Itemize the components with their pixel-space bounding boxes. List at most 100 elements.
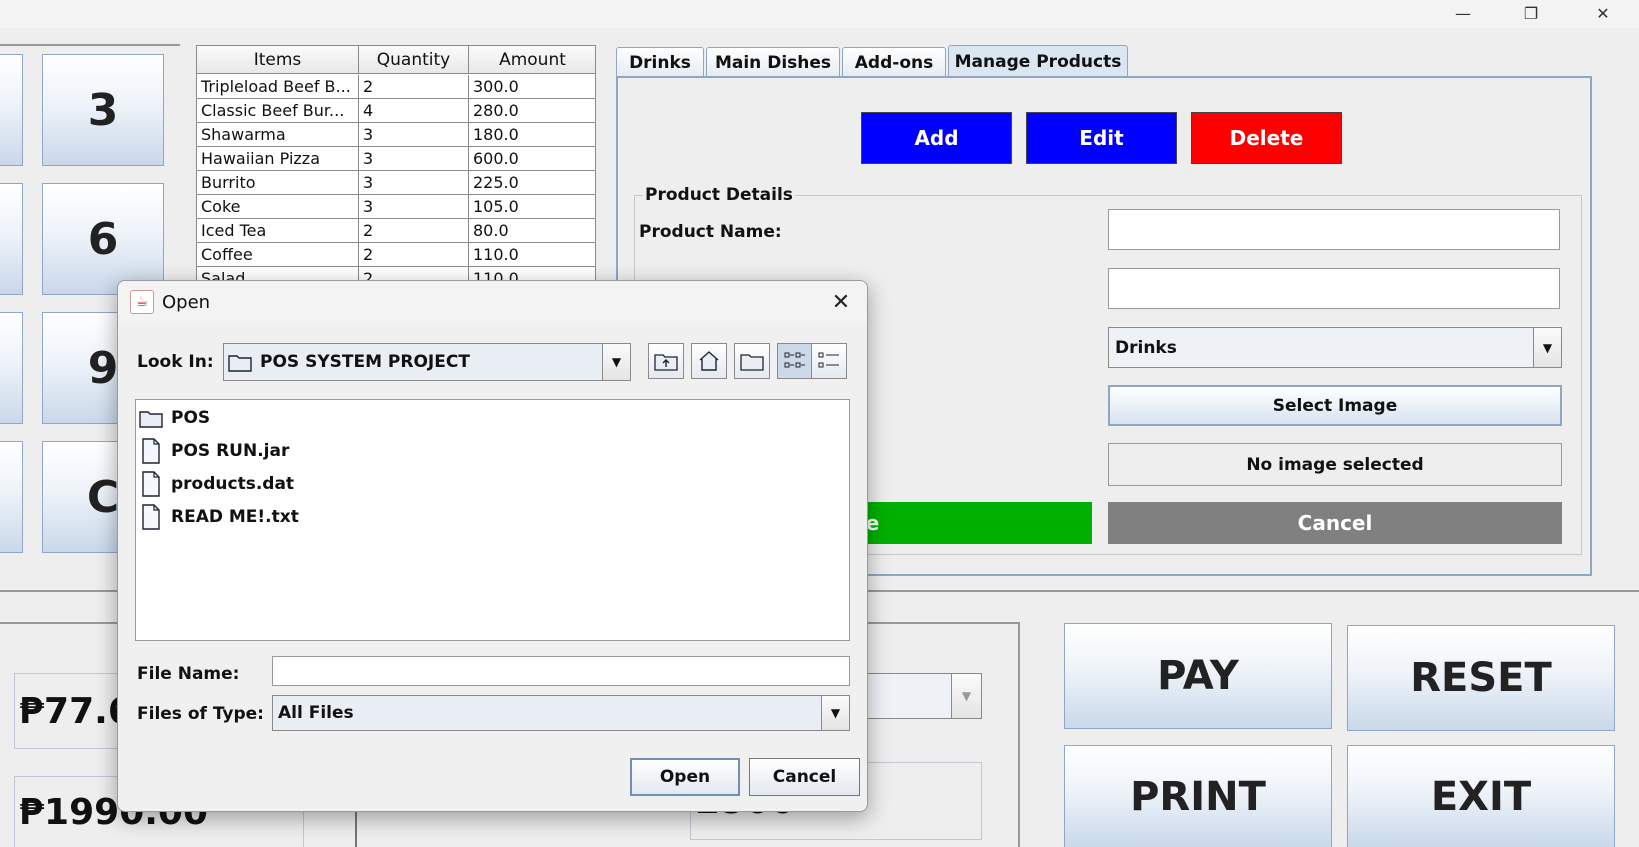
button-label: Add — [914, 126, 959, 150]
table-row[interactable]: Coffee 2 110.0 — [197, 243, 595, 267]
cell-amount: 110.0 — [469, 243, 595, 267]
close-icon: ✕ — [1596, 3, 1610, 23]
button-label: PRINT — [1130, 773, 1266, 820]
chevron-down-icon: ▼ — [951, 674, 981, 718]
up-folder-button[interactable] — [648, 343, 684, 379]
files-of-type-label: Files of Type: — [137, 704, 264, 724]
file-list-item[interactable]: products.dat — [139, 469, 294, 499]
file-name: READ ME!.txt — [171, 507, 299, 527]
keypad-key-partial[interactable] — [0, 54, 23, 166]
print-button[interactable]: PRINT — [1064, 745, 1332, 847]
cell-item: Hawaiian Pizza — [197, 147, 359, 171]
cell-item: Shawarma — [197, 123, 359, 147]
keypad-key-partial[interactable] — [0, 312, 23, 424]
tab-add-ons[interactable]: Add-ons — [842, 47, 946, 77]
cancel-product-button[interactable]: Cancel — [1108, 502, 1562, 544]
column-header-amount[interactable]: Amount — [469, 46, 595, 74]
tab-main-dishes[interactable]: Main Dishes — [706, 47, 840, 77]
delete-product-button[interactable]: Delete — [1191, 112, 1342, 164]
button-label: Delete — [1229, 126, 1304, 150]
order-table[interactable]: Items Quantity Amount Tripleload Beef B.… — [196, 45, 596, 287]
file-name: POS — [171, 408, 211, 428]
dialog-title: Open — [162, 291, 211, 313]
cell-amount: 600.0 — [469, 147, 595, 171]
tab-label: Main Dishes — [714, 52, 832, 73]
file-list-item[interactable]: POS — [139, 403, 210, 433]
product-category-select[interactable]: Drinks ▼ — [1108, 327, 1562, 368]
exit-button[interactable]: EXIT — [1347, 745, 1615, 847]
file-icon — [139, 504, 163, 530]
tab-label: Add-ons — [854, 52, 934, 73]
cell-quantity: 3 — [359, 171, 469, 195]
payment-method-select[interactable]: ▼ — [860, 673, 982, 719]
window-titlebar: — ❐ ✕ — [0, 0, 1639, 28]
product-price-input[interactable] — [1108, 268, 1560, 309]
product-details-title: Product Details — [643, 185, 795, 205]
file-icon — [139, 438, 163, 464]
key-label: 6 — [87, 213, 119, 265]
folder-icon — [139, 405, 163, 431]
up-folder-icon — [654, 354, 678, 371]
details-view-button[interactable] — [811, 343, 847, 379]
keypad-key-partial[interactable] — [0, 441, 23, 553]
restore-button[interactable]: ❐ — [1508, 0, 1554, 26]
folder-icon — [228, 352, 252, 372]
cell-quantity: 2 — [359, 243, 469, 267]
product-name-input[interactable] — [1108, 209, 1560, 250]
table-row[interactable]: Tripleload Beef B... 2 300.0 — [197, 75, 595, 99]
file-list-item[interactable]: POS RUN.jar — [139, 436, 289, 466]
table-row[interactable]: Classic Beef Bur... 4 280.0 — [197, 99, 595, 123]
select-image-button[interactable]: Select Image — [1108, 385, 1562, 426]
cell-item: Coke — [197, 195, 359, 219]
key-label: 3 — [87, 84, 119, 136]
image-status-text: No image selected — [1108, 443, 1562, 486]
table-row[interactable]: Shawarma 3 180.0 — [197, 123, 595, 147]
file-name: products.dat — [171, 474, 295, 494]
file-list[interactable]: POS POS RUN.jar products.dat READ ME!.txt — [135, 399, 850, 641]
chevron-down-icon: ▼ — [602, 344, 630, 380]
cell-quantity: 2 — [359, 219, 469, 243]
look-in-select[interactable]: POS SYSTEM PROJECT ▼ — [223, 343, 631, 381]
file-name: POS RUN.jar — [171, 441, 290, 461]
open-button[interactable]: Open — [630, 758, 740, 796]
reset-button[interactable]: RESET — [1347, 625, 1615, 731]
table-row[interactable]: Hawaiian Pizza 3 600.0 — [197, 147, 595, 171]
list-view-button[interactable] — [777, 343, 813, 379]
list-view-icon — [784, 352, 805, 368]
cell-item: Tripleload Beef B... — [197, 75, 359, 99]
keypad-key-6[interactable]: 6 — [42, 183, 164, 295]
file-name-input[interactable] — [272, 656, 850, 686]
button-label: Cancel — [1297, 511, 1373, 535]
file-name-label: File Name: — [137, 664, 240, 684]
tab-drinks[interactable]: Drinks — [616, 47, 704, 77]
table-row[interactable]: Iced Tea 2 80.0 — [197, 219, 595, 243]
new-folder-icon — [740, 354, 764, 371]
column-header-items[interactable]: Items — [197, 46, 359, 74]
new-folder-button[interactable] — [734, 343, 770, 379]
file-list-item[interactable]: READ ME!.txt — [139, 502, 299, 532]
pay-button[interactable]: PAY — [1064, 623, 1332, 729]
chevron-down-icon: ▼ — [1533, 328, 1561, 367]
add-product-button[interactable]: Add — [861, 112, 1012, 164]
keypad-key-3[interactable]: 3 — [42, 54, 164, 166]
window-close-button[interactable]: ✕ — [1580, 0, 1626, 26]
details-view-icon — [818, 352, 839, 368]
cell-amount: 180.0 — [469, 123, 595, 147]
column-header-quantity[interactable]: Quantity — [359, 46, 469, 74]
summary-panel-edge — [1018, 622, 1020, 847]
cell-item: Iced Tea — [197, 219, 359, 243]
minimize-button[interactable]: — — [1440, 0, 1486, 26]
table-row[interactable]: Burrito 3 225.0 — [197, 171, 595, 195]
dialog-titlebar[interactable]: ☕ Open ✕ — [118, 281, 867, 323]
dialog-close-button[interactable]: ✕ — [824, 285, 858, 319]
edit-product-button[interactable]: Edit — [1026, 112, 1177, 164]
cell-quantity: 3 — [359, 123, 469, 147]
tab-manage-products[interactable]: Manage Products — [948, 45, 1128, 77]
keypad-key-partial[interactable] — [0, 183, 23, 295]
table-row[interactable]: Coke 3 105.0 — [197, 195, 595, 219]
home-button[interactable] — [691, 343, 727, 379]
dialog-cancel-button[interactable]: Cancel — [749, 758, 860, 796]
cell-amount: 225.0 — [469, 171, 595, 195]
look-in-value: POS SYSTEM PROJECT — [260, 352, 470, 372]
files-of-type-select[interactable]: All Files ▼ — [272, 695, 850, 731]
